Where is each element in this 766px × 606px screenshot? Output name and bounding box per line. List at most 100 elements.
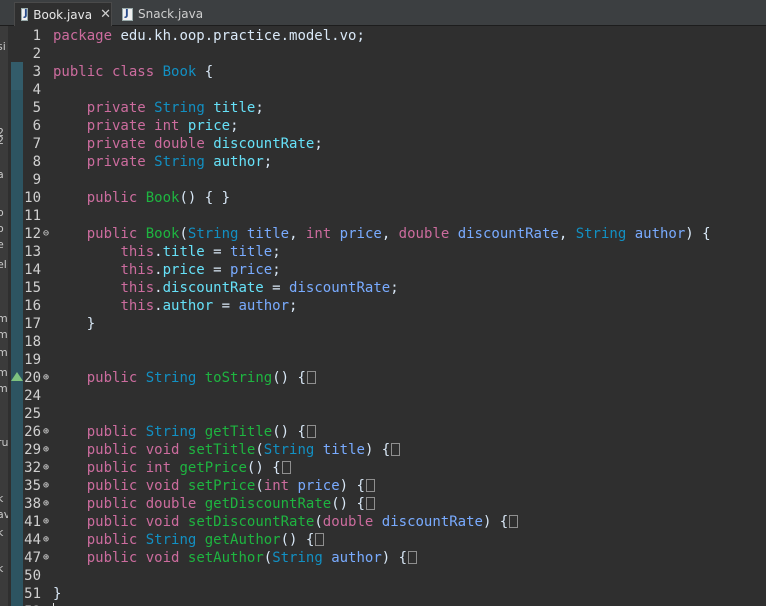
token-kw: void (145, 442, 180, 458)
adjacent-view-text: m (0, 366, 8, 379)
folded-code-placeholder[interactable] (408, 551, 418, 564)
code-line[interactable]: 5 private String title; (23, 99, 766, 117)
code-text: this.author = author; (53, 297, 297, 315)
code-text: private String title; (53, 99, 264, 117)
token-kw: public (86, 478, 138, 494)
close-icon[interactable]: ✕ (100, 7, 111, 22)
code-text: public int getPrice() { (53, 459, 291, 477)
code-text: private int price; (53, 117, 239, 135)
code-line[interactable]: 2 (23, 45, 766, 63)
adjacent-view-text: e (0, 238, 4, 251)
token: ( (255, 478, 264, 494)
code-line[interactable]: 41 ⊕ public void setDiscountRate(double d… (23, 513, 766, 531)
code-line[interactable]: 50 (23, 567, 766, 585)
token: , (289, 226, 306, 242)
fold-expand-icon[interactable]: ⊕ (41, 481, 51, 491)
token-fname: setDiscountRate (187, 514, 315, 530)
folded-code-placeholder[interactable] (391, 443, 401, 456)
code-line[interactable]: 13 this.title = title; (23, 243, 766, 261)
fold-expand-icon[interactable]: ⊕ (41, 427, 51, 437)
code-line[interactable]: 25 (23, 405, 766, 423)
fold-expand-icon[interactable]: ⊕ (41, 373, 51, 383)
folded-code-placeholder[interactable] (365, 479, 375, 492)
token-field: title (162, 244, 205, 260)
line-number: 18 (24, 334, 41, 350)
code-line[interactable]: 35 ⊕ public void setPrice(int price) { (23, 477, 766, 495)
code-line[interactable]: 9 (23, 171, 766, 189)
code-line[interactable]: 20 ⊕ public String toString() { (11, 369, 766, 387)
code-text: private String author; (53, 153, 272, 171)
token: = (204, 244, 231, 260)
token: ; (272, 262, 281, 278)
tab-book-java[interactable]: Book.java ✕ (14, 2, 112, 26)
folded-code-placeholder[interactable] (281, 461, 291, 474)
code-line[interactable]: 16 this.author = author; (23, 297, 766, 315)
adjacent-view-text: m (0, 382, 8, 395)
code-line[interactable]: 17 } (23, 315, 766, 333)
line-number: 12 (24, 226, 41, 242)
token-kw: this (120, 280, 155, 296)
token-fname: setAuthor (187, 550, 264, 566)
code-line[interactable]: 18 (23, 333, 766, 351)
fold-expand-icon[interactable]: ⊕ (41, 535, 51, 545)
line-number: 10 (24, 190, 41, 206)
code-line[interactable]: 19 (23, 351, 766, 369)
code-line[interactable]: 44 ⊕ public String getAuthor() { (23, 531, 766, 549)
folded-code-placeholder[interactable] (365, 497, 375, 510)
code-line[interactable]: 12 ⊖ public Book(String title, int price,… (23, 225, 766, 243)
fold-expand-icon[interactable]: ⊕ (41, 445, 51, 455)
token: ( (179, 226, 188, 242)
line-number: 13 (24, 244, 41, 260)
token: ; (314, 136, 323, 152)
fold-expand-icon[interactable]: ⊕ (41, 463, 51, 473)
code-line[interactable]: 29 ⊕ public void setTitle(String title) { (23, 441, 766, 459)
override-marker-icon[interactable] (11, 372, 23, 381)
folded-code-placeholder[interactable] (509, 515, 519, 528)
code-line[interactable]: 38 ⊕ public double getDiscountRate() { (23, 495, 766, 513)
token: ) { (381, 550, 408, 566)
code-line[interactable]: 15 this.discountRate = discountRate; (23, 279, 766, 297)
tab-label: Snack.java (138, 7, 204, 21)
code-line[interactable]: 7 private double discountRate; (23, 135, 766, 153)
code-line[interactable]: 14 this.price = price; (23, 261, 766, 279)
token: ; (255, 100, 264, 116)
code-line[interactable]: 4 (23, 81, 766, 99)
code-line[interactable]: 24 (23, 387, 766, 405)
fold-expand-icon[interactable]: ⊕ (41, 553, 51, 563)
token: , (558, 226, 576, 242)
tab-snack-java[interactable]: Snack.java (118, 2, 208, 26)
code-line[interactable]: 47 ⊕ public void setAuthor(String author)… (23, 549, 766, 567)
token-kw: public (86, 226, 138, 242)
folded-code-placeholder[interactable] (306, 425, 316, 438)
code-line[interactable]: 8 private String author; (23, 153, 766, 171)
token: () { (272, 370, 306, 386)
code-line[interactable]: 1 package edu.kh.oop.practice.model.vo; (23, 27, 766, 45)
code-line[interactable]: 3 public class Book { (23, 63, 766, 81)
code-line[interactable]: 11 (23, 207, 766, 225)
folded-code-placeholder[interactable] (315, 533, 325, 546)
editor-tab-bar: Book.java ✕ Snack.java (0, 0, 766, 26)
code-editor[interactable]: 1 package edu.kh.oop.practice.model.vo; 2 3… (11, 26, 766, 606)
code-text: package edu.kh.oop.practice.model.vo; (53, 27, 365, 45)
fold-expand-icon[interactable]: ⊕ (41, 517, 51, 527)
fold-expand-icon[interactable]: ⊕ (41, 499, 51, 509)
fold-collapse-icon[interactable]: ⊖ (41, 229, 51, 239)
folded-code-placeholder[interactable] (306, 371, 316, 384)
code-line[interactable]: 32 ⊕ public int getPrice() { (23, 459, 766, 477)
token-kw: int (154, 118, 180, 134)
code-line[interactable]: 26 ⊕ public String getTitle() { (23, 423, 766, 441)
code-line[interactable]: 10 public Book() { } (23, 189, 766, 207)
code-line[interactable]: 6 private int price; (23, 117, 766, 135)
token: . (154, 280, 163, 296)
token-kw: double (398, 226, 450, 242)
token: ) { (339, 478, 365, 494)
code-line[interactable]: 51} (23, 585, 766, 603)
